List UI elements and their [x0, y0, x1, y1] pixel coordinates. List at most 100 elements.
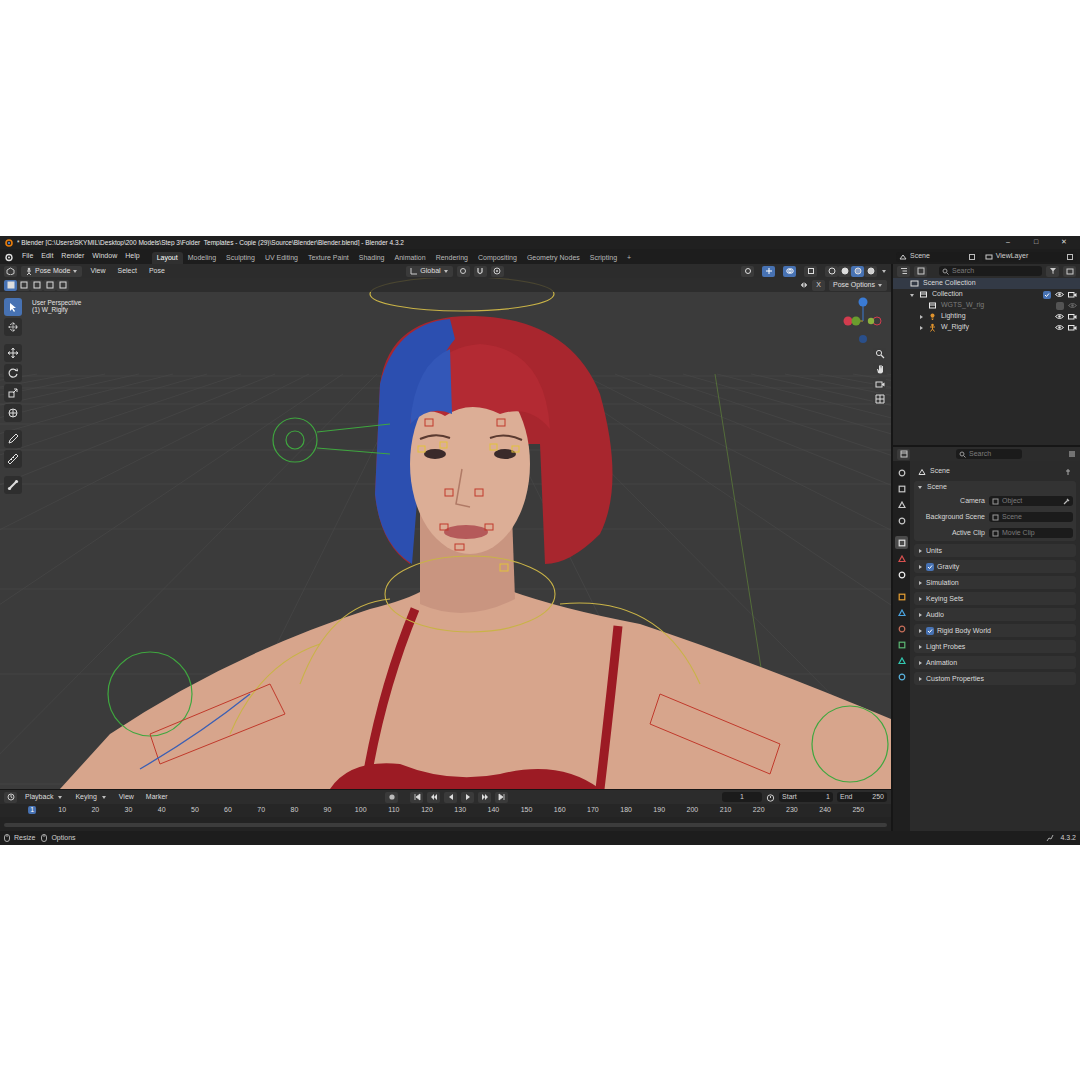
- expand-arrow-icon[interactable]: [909, 292, 915, 298]
- properties-tab[interactable]: [895, 482, 908, 495]
- filter-button[interactable]: [1046, 266, 1059, 277]
- panel-checkbox[interactable]: [926, 627, 934, 635]
- collapsed-panel[interactable]: Simulation: [914, 576, 1076, 589]
- workspace-tab[interactable]: Compositing: [473, 252, 522, 264]
- render-camera-icon[interactable]: [1068, 324, 1077, 331]
- collapsed-panel[interactable]: Keying Sets: [914, 592, 1076, 605]
- eye-icon[interactable]: [1068, 302, 1077, 309]
- collapsed-panel[interactable]: Light Probes: [914, 640, 1076, 653]
- editor-type-button[interactable]: [4, 266, 17, 277]
- transport-button[interactable]: [410, 792, 423, 803]
- current-frame-field[interactable]: 1: [722, 792, 762, 802]
- editor-type-button[interactable]: [897, 449, 910, 460]
- transport-button[interactable]: [427, 792, 440, 803]
- expand-arrow-icon[interactable]: [918, 314, 924, 320]
- collapsed-panel[interactable]: Animation: [914, 656, 1076, 669]
- window-control[interactable]: –: [996, 238, 1020, 246]
- view-layer-selector[interactable]: ViewLayer: [982, 252, 1077, 262]
- snap-button[interactable]: [474, 266, 487, 277]
- workspace-tab[interactable]: UV Editing: [260, 252, 303, 264]
- tool-button[interactable]: [4, 344, 22, 362]
- outliner-row[interactable]: Collection: [893, 289, 1080, 300]
- viewport-toggle[interactable]: [762, 266, 775, 277]
- properties-tab[interactable]: [895, 498, 908, 511]
- properties-tab[interactable]: [895, 622, 908, 635]
- collapsed-panel[interactable]: Audio: [914, 608, 1076, 621]
- transport-button[interactable]: [444, 792, 457, 803]
- timeline-scrollbar[interactable]: [4, 823, 887, 827]
- render-camera-icon[interactable]: [1068, 313, 1077, 320]
- blender-logo-icon[interactable]: [4, 252, 14, 262]
- options-icon[interactable]: [1068, 450, 1076, 458]
- properties-tab[interactable]: [895, 514, 908, 527]
- collapsed-panel[interactable]: Gravity: [914, 560, 1076, 573]
- tool-button[interactable]: [4, 476, 22, 494]
- navigation-button[interactable]: [873, 363, 886, 374]
- eye-icon[interactable]: [1055, 324, 1064, 331]
- new-collection-button[interactable]: [1063, 266, 1076, 277]
- workspace-tab[interactable]: Animation: [390, 252, 431, 264]
- panel-header[interactable]: Scene: [917, 483, 1073, 491]
- workspace-tab[interactable]: Sculpting: [221, 252, 260, 264]
- end-frame-field[interactable]: End250: [837, 792, 887, 802]
- outliner-row[interactable]: WGTS_W_rig: [893, 300, 1080, 311]
- navigation-button[interactable]: [873, 393, 886, 404]
- collapsed-panel[interactable]: Custom Properties: [914, 672, 1076, 685]
- outliner-row[interactable]: Scene Collection: [893, 278, 1080, 289]
- tool-button[interactable]: [4, 450, 22, 468]
- select-mode-button[interactable]: [43, 280, 56, 291]
- menu-item[interactable]: Help: [121, 252, 143, 260]
- properties-tab[interactable]: [895, 536, 908, 549]
- workspace-tab[interactable]: Shading: [354, 252, 390, 264]
- workspace-tab[interactable]: Scripting: [585, 252, 622, 264]
- new-scene-icon[interactable]: [968, 253, 976, 261]
- tool-button[interactable]: [4, 404, 22, 422]
- properties-tab[interactable]: [895, 552, 908, 565]
- workspace-tab[interactable]: Rendering: [431, 252, 473, 264]
- shading-button[interactable]: [851, 266, 864, 277]
- display-mode-button[interactable]: [914, 266, 927, 277]
- workspace-tab[interactable]: Geometry Nodes: [522, 252, 585, 264]
- add-workspace-button[interactable]: +: [622, 252, 636, 264]
- outliner-search[interactable]: Search: [939, 266, 1042, 276]
- window-control[interactable]: □: [1024, 238, 1048, 246]
- editor-type-button[interactable]: [4, 792, 17, 803]
- window-control[interactable]: ✕: [1052, 238, 1076, 246]
- orientation-dropdown[interactable]: Global: [406, 266, 452, 277]
- properties-tab[interactable]: [895, 466, 908, 479]
- menu-item[interactable]: File: [18, 252, 37, 260]
- viewport-menu[interactable]: Pose: [145, 267, 169, 275]
- stopwatch-icon[interactable]: [766, 793, 775, 802]
- expand-arrow-icon[interactable]: [918, 325, 924, 331]
- viewport-menu[interactable]: Select: [113, 267, 140, 275]
- transport-button[interactable]: [478, 792, 491, 803]
- editor-type-button[interactable]: [897, 266, 910, 277]
- mode-dropdown[interactable]: Pose Mode: [21, 266, 82, 277]
- record-button[interactable]: [385, 792, 398, 803]
- properties-tab[interactable]: [895, 568, 908, 581]
- menu-item[interactable]: Render: [57, 252, 88, 260]
- 3d-viewport[interactable]: Pose ModeViewSelectPoseGlobalXPose Optio…: [0, 264, 891, 789]
- properties-tab[interactable]: [895, 638, 908, 651]
- menu-item[interactable]: Window: [88, 252, 121, 260]
- eye-icon[interactable]: [1055, 313, 1064, 320]
- workspace-tab[interactable]: Modeling: [183, 252, 221, 264]
- properties-tab[interactable]: [895, 606, 908, 619]
- datablock-field[interactable]: Movie Clip: [989, 528, 1073, 538]
- exclude-checkbox[interactable]: [1043, 291, 1051, 299]
- select-mode-button[interactable]: [30, 280, 43, 291]
- tool-button[interactable]: [4, 298, 22, 316]
- tool-button[interactable]: [4, 364, 22, 382]
- frame-ruler[interactable]: 1102030405060708090100110120130140150160…: [0, 804, 891, 817]
- tool-button[interactable]: [4, 384, 22, 402]
- shading-button[interactable]: [864, 266, 877, 277]
- menu-item[interactable]: Edit: [37, 252, 57, 260]
- collapsed-panel[interactable]: Units: [914, 544, 1076, 557]
- tool-button[interactable]: [4, 430, 22, 448]
- properties-tab[interactable]: [895, 670, 908, 683]
- pose-options-dropdown[interactable]: Pose Options: [829, 280, 887, 291]
- panel-checkbox[interactable]: [926, 563, 934, 571]
- select-mode-button[interactable]: [56, 280, 69, 291]
- navigation-gizmo-icon[interactable]: [843, 296, 885, 346]
- timeline-menu[interactable]: View: [115, 793, 138, 801]
